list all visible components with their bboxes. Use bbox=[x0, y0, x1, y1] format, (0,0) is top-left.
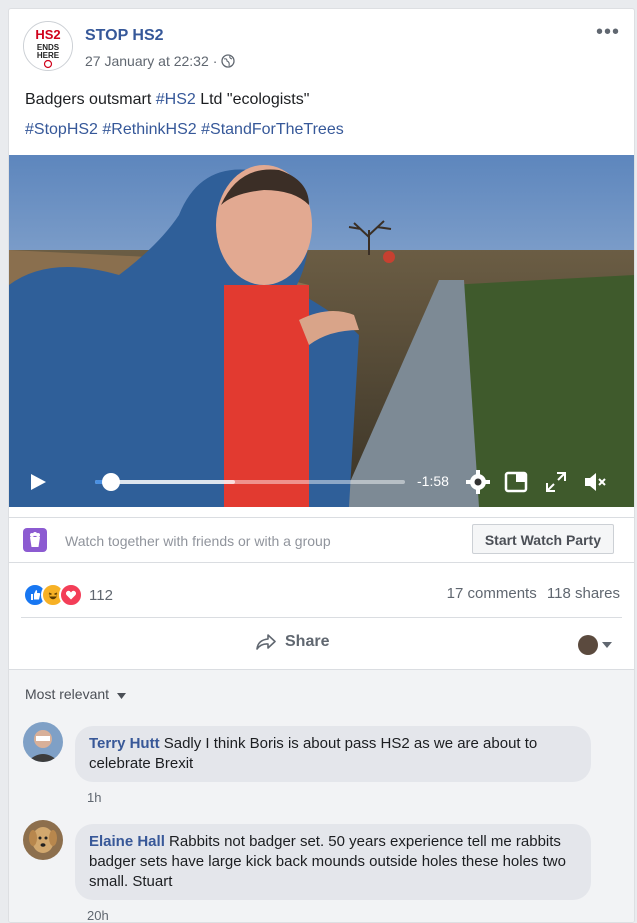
caret-down-icon bbox=[602, 642, 612, 648]
play-icon[interactable] bbox=[29, 473, 47, 491]
video-controls: -1:58 bbox=[9, 455, 634, 507]
reactions-summary[interactable]: 112 bbox=[23, 583, 113, 607]
share-arrow-icon bbox=[256, 634, 276, 650]
post-text-prefix: Badgers outsmart bbox=[25, 91, 156, 108]
share-label: Share bbox=[285, 633, 330, 650]
shares-count-link[interactable]: 118 shares bbox=[547, 585, 620, 602]
logo-here-text: HERE bbox=[37, 51, 60, 60]
hashtags: #StopHS2 #RethinkHS2 #StandForTheTrees bbox=[25, 121, 344, 139]
divider bbox=[21, 617, 622, 618]
comment-sort-dropdown[interactable]: Most relevant bbox=[25, 686, 126, 702]
post-text-suffix: Ltd "ecologists" bbox=[195, 91, 310, 108]
watch-party-text: Watch together with friends or with a gr… bbox=[65, 533, 331, 549]
post-meta: 27 January at 22:32 · bbox=[85, 53, 236, 69]
miniplayer-icon[interactable] bbox=[503, 469, 529, 495]
time-remaining: -1:58 bbox=[417, 473, 449, 489]
hashtag-stophs2[interactable]: #StopHS2 bbox=[25, 121, 98, 138]
hashtag-link-hs2[interactable]: #HS2 bbox=[156, 91, 196, 108]
more-options-icon[interactable]: ••• bbox=[596, 22, 620, 42]
hashtag-standforthetrees[interactable]: #StandForTheTrees bbox=[201, 121, 344, 138]
comment-avatar-elaine-hall[interactable] bbox=[23, 820, 63, 860]
user-avatar bbox=[578, 635, 598, 655]
action-bar: Share bbox=[9, 621, 634, 667]
post-text: Badgers outsmart #HS2 Ltd "ecologists" bbox=[25, 91, 309, 109]
meta-separator: · bbox=[212, 53, 218, 69]
comment-sort-label: Most relevant bbox=[25, 686, 110, 702]
watch-party-icon bbox=[23, 528, 47, 552]
share-button[interactable]: Share bbox=[255, 633, 329, 651]
comment-time[interactable]: 1h bbox=[87, 790, 101, 805]
reaction-count: 112 bbox=[89, 586, 113, 604]
post-timestamp[interactable]: 27 January at 22:32 bbox=[85, 53, 209, 69]
progress-bar[interactable] bbox=[95, 473, 405, 491]
muted-volume-icon[interactable] bbox=[583, 469, 609, 495]
caret-down-icon bbox=[116, 693, 126, 699]
comment-avatar-terry-hutt[interactable] bbox=[23, 722, 63, 762]
progress-knob[interactable] bbox=[101, 473, 120, 491]
watch-party-row: Watch together with friends or with a gr… bbox=[9, 517, 634, 563]
page-name[interactable]: STOP HS2 bbox=[85, 27, 164, 45]
page-avatar[interactable]: HS2 ENDS HERE bbox=[23, 21, 73, 71]
post-header: HS2 ENDS HERE STOP HS2 27 January at 22:… bbox=[23, 21, 634, 81]
post-card: HS2 ENDS HERE STOP HS2 27 January at 22:… bbox=[8, 8, 635, 923]
logo-hs2-text: HS2 bbox=[35, 27, 60, 42]
hashtag-rethinkhs2[interactable]: #RethinkHS2 bbox=[102, 121, 196, 138]
comments-section: Most relevant Terry Hutt Sadly I think B… bbox=[9, 670, 634, 922]
fullscreen-icon[interactable] bbox=[543, 469, 569, 495]
comment-bubble: Terry Hutt Sadly I think Boris is about … bbox=[75, 726, 591, 782]
settings-gear-icon[interactable] bbox=[465, 469, 491, 495]
comment-bubble: Elaine Hall Rabbits not badger set. 50 y… bbox=[75, 824, 591, 900]
video-player[interactable]: -1:58 bbox=[9, 155, 634, 507]
love-reaction-icon bbox=[59, 583, 83, 607]
comment-author[interactable]: Terry Hutt bbox=[89, 735, 160, 752]
comment-author[interactable]: Elaine Hall bbox=[89, 833, 165, 850]
share-as-selector[interactable] bbox=[578, 635, 612, 655]
globe-icon[interactable] bbox=[221, 54, 236, 68]
start-watch-party-button[interactable]: Start Watch Party bbox=[471, 524, 614, 554]
engagement-stats: 17 comments 118 shares bbox=[441, 585, 620, 602]
comments-count-link[interactable]: 17 comments bbox=[447, 585, 537, 602]
